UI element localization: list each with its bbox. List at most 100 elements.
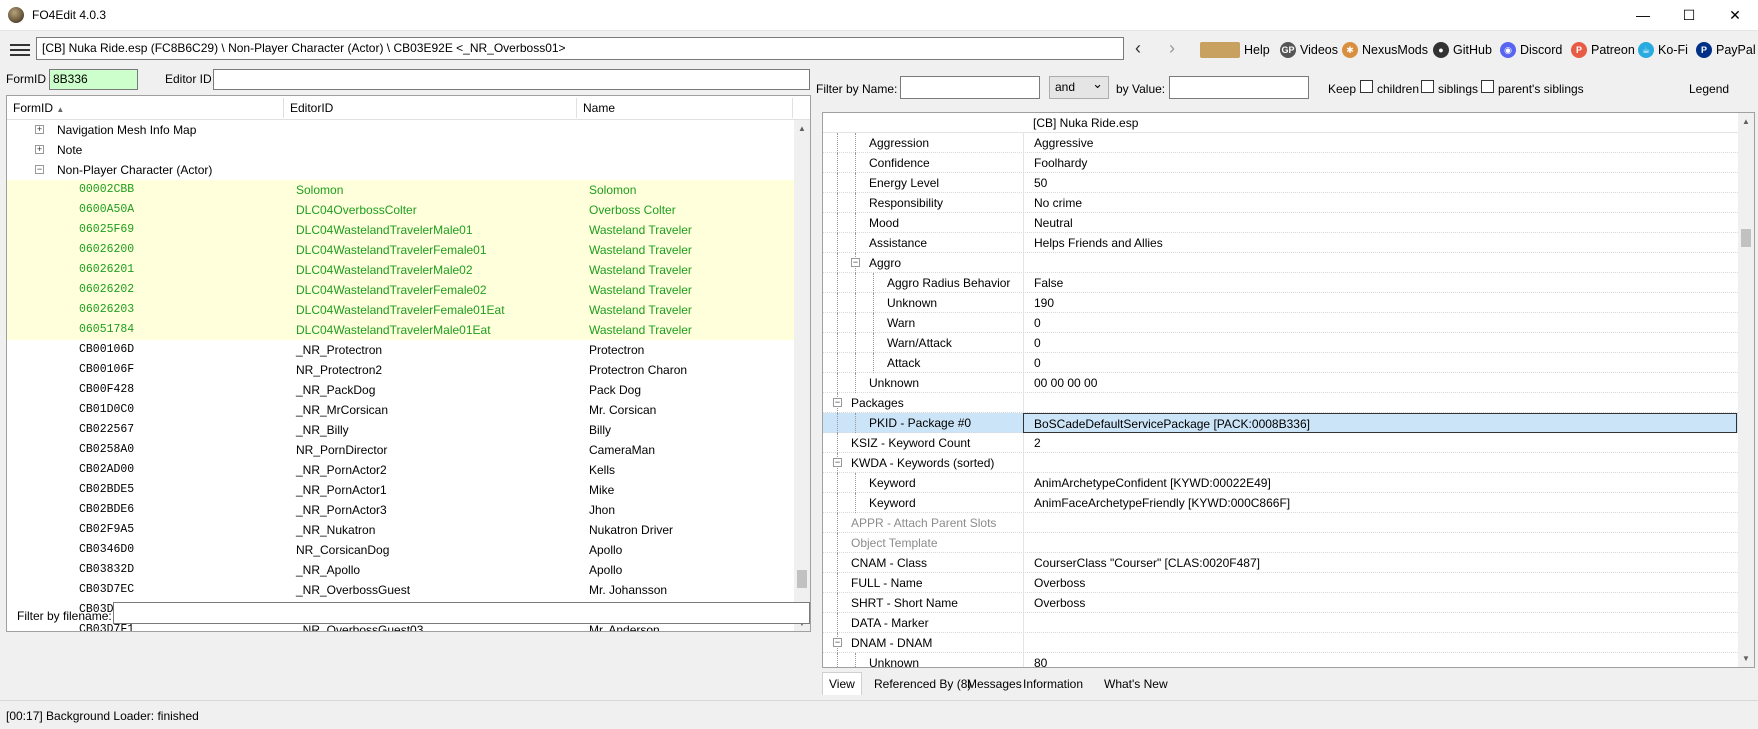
tree-record-row[interactable]: 06026201 DLC04WastelandTravelerMale02 Wast… [7, 260, 794, 280]
view-field-row[interactable]: Keyword AnimArchetypeConfident [KYWD:0002… [823, 473, 1754, 493]
close-button[interactable]: ✕ [1712, 0, 1758, 31]
tree-scrollbar[interactable]: ▲ ▼ [794, 120, 810, 631]
filter-value-input[interactable] [1169, 76, 1309, 99]
view-field-row[interactable]: KSIZ - Keyword Count 2 [823, 433, 1754, 453]
tree-group-row[interactable]: − Non-Player Character (Actor) [7, 160, 794, 180]
view-field-row[interactable]: − KWDA - Keywords (sorted) [823, 453, 1754, 473]
field-value[interactable] [1023, 533, 1737, 553]
tree-record-row[interactable]: CB00106F NR_Protectron2 Protectron Charon [7, 360, 794, 380]
view-field-row[interactable]: Attack 0 [823, 353, 1754, 373]
field-value[interactable] [1023, 613, 1737, 633]
view-field-row[interactable]: Warn/Attack 0 [823, 333, 1754, 353]
collapse-icon[interactable]: − [833, 458, 842, 467]
view-field-row[interactable]: Assistance Helps Friends and Allies [823, 233, 1754, 253]
discord-link[interactable]: ◉ Discord [1500, 42, 1562, 58]
view-field-row[interactable]: CNAM - Class CourserClass "Courser" [CLAS… [823, 553, 1754, 573]
view-scrollbar[interactable]: ▲ ▼ [1738, 113, 1754, 667]
view-field-row[interactable]: PKID - Package #0 BoSCadeDefaultServicePa… [823, 413, 1754, 433]
tree-record-row[interactable]: CB02AD00 _NR_PornActor2 Kells [7, 460, 794, 480]
tab-whats-new[interactable]: What's New [1097, 672, 1175, 695]
field-value[interactable] [1023, 513, 1737, 533]
tree-record-row[interactable]: CB02F9A5 _NR_Nukatron Nukatron Driver [7, 520, 794, 540]
tree-record-row[interactable]: 06026202 DLC04WastelandTravelerFemale02 Wa… [7, 280, 794, 300]
field-value[interactable] [1023, 633, 1737, 653]
view-field-row[interactable]: Confidence Foolhardy [823, 153, 1754, 173]
field-value[interactable]: 0 [1023, 333, 1737, 353]
view-field-row[interactable]: Aggression Aggressive [823, 133, 1754, 153]
keep-siblings-checkbox[interactable] [1421, 80, 1434, 93]
tree-record-row[interactable]: 00002CBB Solomon Solomon [7, 180, 794, 200]
github-link[interactable]: ● GitHub [1433, 42, 1492, 58]
field-value[interactable]: 0 [1023, 353, 1737, 373]
field-value[interactable]: 50 [1023, 173, 1737, 193]
column-editorid[interactable]: EditorID [290, 101, 333, 115]
formid-input[interactable]: 8B336 [49, 69, 138, 90]
tree-record-row[interactable]: CB022567 _NR_Billy Billy [7, 420, 794, 440]
field-value[interactable]: 80 [1023, 653, 1737, 667]
tree-record-row[interactable]: 06025F69 DLC04WastelandTravelerMale01 Wast… [7, 220, 794, 240]
collapse-icon[interactable]: − [833, 398, 842, 407]
tree-group-row[interactable]: + Navigation Mesh Info Map [7, 120, 794, 140]
expand-icon[interactable]: + [35, 145, 44, 154]
view-field-row[interactable]: − Aggro [823, 253, 1754, 273]
view-field-row[interactable]: Mood Neutral [823, 213, 1754, 233]
record-view-tree[interactable]: [CB] Nuka Ride.esp Aggression Aggressive C… [822, 112, 1755, 668]
view-field-row[interactable]: APPR - Attach Parent Slots [823, 513, 1754, 533]
scroll-down-icon[interactable]: ▼ [1742, 654, 1750, 663]
field-value[interactable] [1023, 453, 1737, 473]
tree-record-row[interactable]: CB00106D _NR_Protectron Protectron [7, 340, 794, 360]
view-field-row[interactable]: Responsibility No crime [823, 193, 1754, 213]
patreon-link[interactable]: P Patreon [1571, 42, 1635, 58]
forward-button[interactable]: › [1169, 38, 1175, 59]
tree-record-row[interactable]: CB00F428 _NR_PackDog Pack Dog [7, 380, 794, 400]
help-link[interactable]: Help [1200, 42, 1270, 58]
tree-record-row[interactable]: CB03832D _NR_Apollo Apollo [7, 560, 794, 580]
expand-icon[interactable]: + [35, 125, 44, 134]
field-value[interactable]: Overboss [1023, 593, 1737, 613]
column-name[interactable]: Name [583, 101, 615, 115]
field-value[interactable]: BoSCadeDefaultServicePackage [PACK:0008B… [1023, 413, 1737, 433]
view-field-row[interactable]: Energy Level 50 [823, 173, 1754, 193]
view-field-row[interactable]: Object Template [823, 533, 1754, 553]
collapse-icon[interactable]: − [833, 638, 842, 647]
maximize-button[interactable]: ☐ [1666, 0, 1712, 31]
minimize-button[interactable]: — [1620, 0, 1666, 31]
view-field-row[interactable]: DATA - Marker [823, 613, 1754, 633]
scroll-up-icon[interactable]: ▲ [798, 124, 806, 133]
scroll-up-icon[interactable]: ▲ [1742, 117, 1750, 126]
field-value[interactable] [1023, 393, 1737, 413]
keep-children-checkbox[interactable] [1360, 80, 1373, 93]
tab-view[interactable]: View [822, 672, 862, 695]
tree-record-row[interactable]: CB03D7EC _NR_OverbossGuest Mr. Johansson [7, 580, 794, 600]
field-value[interactable]: Foolhardy [1023, 153, 1737, 173]
record-path-field[interactable]: [CB] Nuka Ride.esp (FC8B6C29) \ Non-Play… [36, 37, 1124, 60]
videos-link[interactable]: GP Videos [1280, 42, 1338, 58]
back-button[interactable]: ‹ [1135, 38, 1141, 59]
keep-parents-siblings-checkbox[interactable] [1481, 80, 1494, 93]
menu-icon[interactable] [10, 44, 30, 58]
view-field-row[interactable]: Warn 0 [823, 313, 1754, 333]
filter-operator-select[interactable]: and [1049, 76, 1109, 99]
view-field-row[interactable]: FULL - Name Overboss [823, 573, 1754, 593]
field-value[interactable]: No crime [1023, 193, 1737, 213]
field-value[interactable]: AnimFaceArchetypeFriendly [KYWD:000C866F… [1023, 493, 1737, 513]
field-value[interactable]: Overboss [1023, 573, 1737, 593]
view-field-row[interactable]: SHRT - Short Name Overboss [823, 593, 1754, 613]
editorid-input[interactable] [213, 69, 810, 90]
scroll-thumb[interactable] [1741, 229, 1751, 247]
view-field-row[interactable]: Unknown 190 [823, 293, 1754, 313]
field-value[interactable]: False [1023, 273, 1737, 293]
tree-record-row[interactable]: CB01D0C0 _NR_MrCorsican Mr. Corsican [7, 400, 794, 420]
tree-record-row[interactable]: 06051784 DLC04WastelandTravelerMale01Eat W… [7, 320, 794, 340]
tree-record-row[interactable]: CB0258A0 NR_PornDirector CameraMan [7, 440, 794, 460]
field-value[interactable]: 190 [1023, 293, 1737, 313]
filter-name-input[interactable] [900, 76, 1040, 99]
field-value[interactable]: CourserClass "Courser" [CLAS:0020F487] [1023, 553, 1737, 573]
field-value[interactable]: Helps Friends and Allies [1023, 233, 1737, 253]
view-field-row[interactable]: Keyword AnimFaceArchetypeFriendly [KYWD:0… [823, 493, 1754, 513]
field-value[interactable]: AnimArchetypeConfident [KYWD:00022E49] [1023, 473, 1737, 493]
tree-record-row[interactable]: CB02BDE6 _NR_PornActor3 Jhon [7, 500, 794, 520]
field-value[interactable]: 00 00 00 00 [1023, 373, 1737, 393]
tree-group-row[interactable]: + Note [7, 140, 794, 160]
tree-record-row[interactable]: 0600A50A DLC04OverbossColter Overboss Colt… [7, 200, 794, 220]
